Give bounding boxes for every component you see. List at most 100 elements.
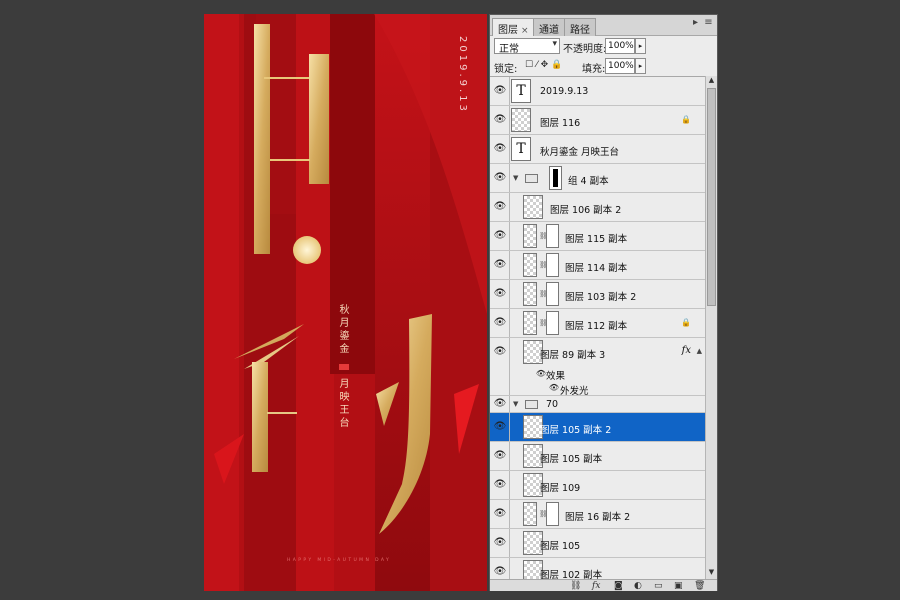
layer-row[interactable]: 👁 图层 102 副本 (490, 558, 705, 579)
layer-thumbnail (523, 253, 537, 277)
scrollbar-thumb[interactable] (707, 88, 716, 306)
delete-layer-icon[interactable]: 🗑 (694, 580, 705, 592)
layer-group-row[interactable]: 👁 ▼ 70 (490, 396, 705, 413)
layer-row-selected[interactable]: 👁 图层 105 副本 2 (490, 413, 705, 442)
layer-name: 图层 103 副本 2 (565, 292, 637, 303)
opacity-label: 不透明度: (563, 44, 607, 55)
lock-icon: 🔒 (681, 318, 691, 327)
eye-icon[interactable]: 👁 (493, 289, 507, 299)
document-canvas[interactable]: 2019.9.13 秋月鎏金 月映王台 HAPPY MID-AUTUMN DAY (204, 14, 487, 591)
layer-list-scrollbar[interactable]: ▲ ▼ (705, 76, 717, 579)
lock-options-icons[interactable]: ☐⁄✥🔒 (525, 60, 565, 70)
layer-row[interactable]: 👁 ⛓ 图层 112 副本 🔒 (490, 309, 705, 338)
layer-name: 图层 105 副本 (540, 454, 603, 465)
eye-icon[interactable]: 👁 (493, 422, 507, 432)
layer-row[interactable]: 👁 图层 105 副本 (490, 442, 705, 471)
poster-title-line1: 秋月鎏金 (337, 304, 348, 356)
blend-mode-select[interactable]: 正常 ▾ (494, 38, 560, 55)
close-icon[interactable]: × (521, 26, 529, 36)
layer-mask-thumbnail (546, 502, 559, 526)
expand-triangle-icon[interactable]: ▼ (513, 400, 518, 408)
eye-icon[interactable]: 👁 (493, 347, 507, 357)
layer-name: 70 (546, 399, 559, 410)
blend-mode-value: 正常 (499, 44, 519, 55)
blend-row: 正常 ▾ 不透明度: 100% ▸ (490, 37, 717, 57)
layer-group-row[interactable]: 👁 ▼ 组 4 副本 (490, 164, 705, 193)
layer-name: 图层 102 副本 (540, 570, 603, 579)
layer-name: 图层 114 副本 (565, 263, 628, 274)
effect-name: 外发光 (560, 386, 589, 397)
layer-mask-thumbnail (546, 282, 559, 306)
eye-icon[interactable]: 👁 (493, 260, 507, 270)
layer-thumbnail (523, 502, 537, 526)
layer-row[interactable]: 👁 T 秋月鎏金 月映王台 (490, 135, 705, 164)
layer-row[interactable]: 👁 图层 106 副本 2 (490, 193, 705, 222)
layer-row[interactable]: 👁 ⛓ 图层 114 副本 (490, 251, 705, 280)
layer-row[interactable]: 👁 图层 89 副本 3 fx ▲ (490, 338, 705, 367)
layer-thumbnail (523, 195, 543, 219)
eye-icon[interactable]: 👁 (493, 115, 507, 125)
eye-icon[interactable]: 👁 (493, 567, 507, 577)
lock-row: 锁定: ☐⁄✥🔒 填充: 100% ▸ (490, 57, 717, 77)
layer-thumbnail (511, 108, 531, 132)
layer-row[interactable]: 👁 图层 109 (490, 471, 705, 500)
layer-row[interactable]: 👁 图层 116 🔒 (490, 106, 705, 135)
layer-list: 👁 T 2019.9.13 👁 图层 116 🔒 👁 T 秋月鎏金 月映王台 👁… (490, 76, 705, 579)
layer-name: 图层 112 副本 (565, 321, 628, 332)
minimize-icon[interactable]: ▸ (690, 17, 701, 28)
eye-icon[interactable]: 👁 (493, 538, 507, 548)
layer-name: 组 4 副本 (568, 176, 609, 187)
eye-icon[interactable]: 👁 (493, 318, 507, 328)
layer-name: 图层 116 (540, 118, 581, 129)
tab-paths[interactable]: 路径 (564, 18, 596, 36)
eye-icon[interactable]: 👁 (493, 202, 507, 212)
effect-label: 效果 (546, 371, 566, 382)
expand-triangle-icon[interactable]: ▼ (513, 174, 518, 182)
eye-icon[interactable]: 👁 (493, 144, 507, 154)
layer-row[interactable]: 👁 ⛓ 图层 16 副本 2 (490, 500, 705, 529)
eye-icon[interactable]: 👁 (493, 480, 507, 490)
layer-name: 图层 105 副本 2 (540, 425, 612, 436)
layer-row[interactable]: 👁 ⛓ 图层 103 副本 2 (490, 280, 705, 309)
layers-panel: 图层 × 通道 路径 ▸ ≡ 正常 ▾ 不透明度: 100% ▸ 锁定: ☐⁄✥🔒… (489, 14, 718, 591)
layer-name: 图层 109 (540, 483, 581, 494)
new-layer-icon[interactable]: ▣ (674, 580, 683, 592)
layer-row[interactable]: 👁 ⛓ 图层 115 副本 (490, 222, 705, 251)
folder-icon (525, 174, 538, 183)
add-mask-icon[interactable]: ◙ (614, 580, 623, 592)
eye-icon[interactable]: 👁 (493, 509, 507, 519)
scroll-up-icon[interactable]: ▲ (706, 76, 717, 86)
layer-name: 图层 16 副本 2 (565, 512, 631, 523)
poster-artwork (204, 14, 487, 591)
tab-layers-label: 图层 (498, 25, 518, 36)
collapse-effects-icon[interactable]: ▲ (697, 347, 702, 355)
opacity-slider-arrow[interactable]: ▸ (635, 38, 646, 54)
effects-header-row[interactable]: 👁 效果 (490, 367, 705, 382)
fill-slider-arrow[interactable]: ▸ (635, 58, 646, 74)
fx-icon[interactable]: fx (682, 345, 691, 356)
eye-icon[interactable]: 👁 (493, 86, 507, 96)
adjustment-layer-icon[interactable]: ◐ (634, 580, 642, 592)
eye-icon[interactable]: 👁 (493, 173, 507, 183)
eye-icon[interactable]: 👁 (493, 231, 507, 241)
layer-mask-thumbnail (546, 311, 559, 335)
poster-date: 2019.9.13 (457, 36, 468, 114)
panel-footer-toolbar: ⛓ fx ◙ ◐ ▭ ▣ 🗑 (490, 579, 717, 591)
new-group-icon[interactable]: ▭ (654, 580, 663, 592)
tab-channels[interactable]: 通道 (533, 18, 565, 36)
panel-menu-icon[interactable]: ≡ (703, 17, 714, 28)
eye-icon[interactable]: 👁 (547, 383, 561, 393)
layer-row[interactable]: 👁 T 2019.9.13 (490, 77, 705, 106)
tab-layers[interactable]: 图层 × (492, 18, 535, 36)
add-style-icon[interactable]: fx (592, 580, 600, 592)
opacity-input[interactable]: 100% (605, 38, 635, 54)
fill-input[interactable]: 100% (605, 58, 635, 74)
fill-label: 填充: (582, 64, 606, 75)
folder-icon (525, 400, 538, 409)
layer-row[interactable]: 👁 图层 105 (490, 529, 705, 558)
effect-row[interactable]: 👁 外发光 (490, 381, 705, 397)
eye-icon[interactable]: 👁 (493, 399, 507, 409)
scroll-down-icon[interactable]: ▼ (706, 568, 717, 578)
eye-icon[interactable]: 👁 (493, 451, 507, 461)
link-layers-icon[interactable]: ⛓ (570, 580, 581, 592)
